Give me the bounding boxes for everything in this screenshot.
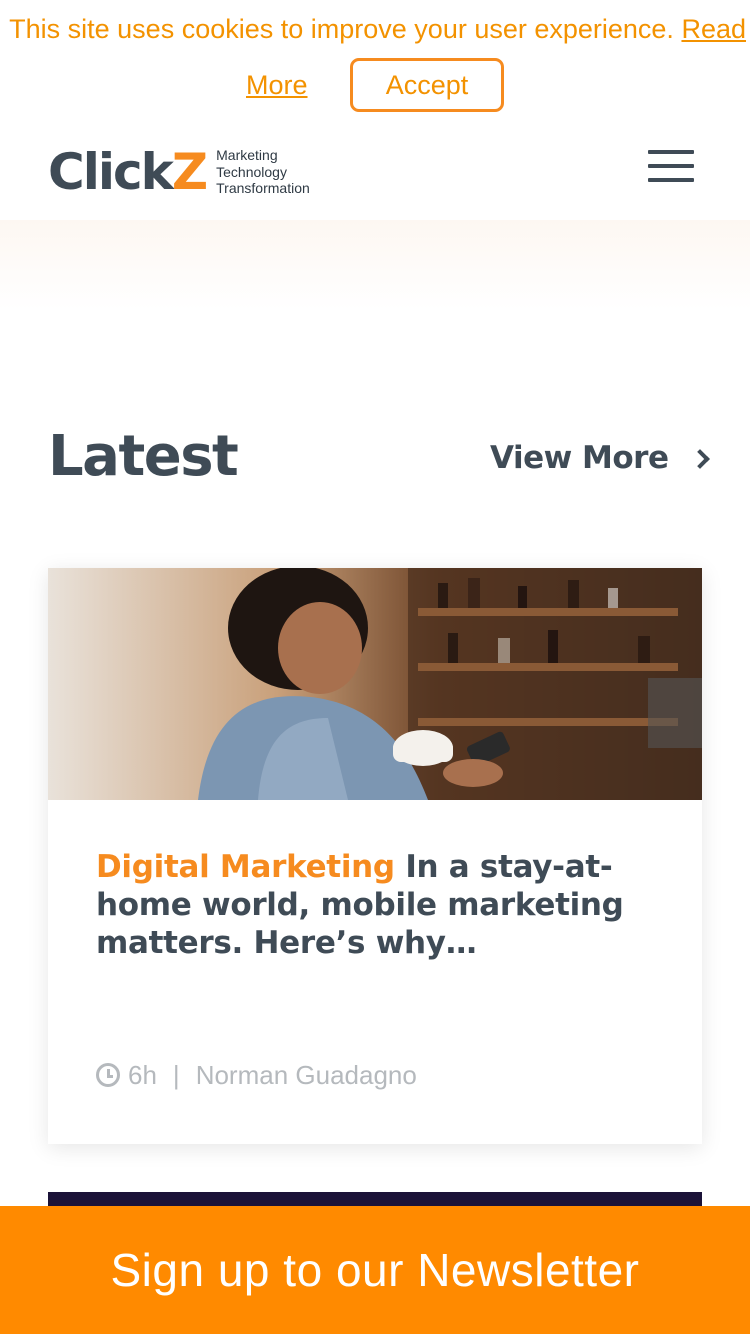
logo-click: Click [48,143,174,201]
cookie-banner: This site uses cookies to improve your u… [0,0,750,120]
read-more-link-part[interactable]: Read [681,14,746,44]
chevron-right-icon [689,449,710,469]
article-image[interactable] [48,568,702,800]
woman-with-coffee-and-phone-photo [48,568,702,800]
clock-icon [96,1063,120,1087]
tagline-line: Transformation [216,180,310,197]
tagline-line: Marketing [216,147,278,164]
view-more-label: View More [490,440,669,476]
logo-z: Z [171,143,208,201]
menu-bar [648,150,694,154]
article-category[interactable]: Digital Marketing [96,849,395,885]
read-more-link[interactable]: More [246,66,308,104]
view-more-link[interactable]: View More [490,438,710,478]
article-body: Digital Marketing In a stay-at-home worl… [96,848,656,962]
cookie-text: This site uses cookies to improve your u… [9,14,682,44]
meta-separator: | [172,1060,180,1090]
header-shadow [0,220,750,310]
cookie-message: This site uses cookies to improve your u… [0,10,750,48]
article-age: 6h [128,1060,157,1090]
article-card[interactable]: Digital Marketing In a stay-at-home worl… [48,568,702,1144]
logo-wordmark: ClickZ [48,143,208,201]
article-author[interactable]: Norman Guadagno [196,1058,417,1092]
article-meta: 6h | Norman Guadagno [96,1058,417,1092]
hamburger-menu-icon[interactable] [648,150,696,182]
accept-cookies-button[interactable]: Accept [350,58,504,112]
article-headline[interactable]: Digital Marketing In a stay-at-home worl… [96,848,656,962]
newsletter-signup-button[interactable]: Sign up to our Newsletter [0,1206,750,1334]
menu-bar [648,164,694,168]
logo-tagline: Marketing Technology Transformation [216,147,310,197]
clickz-logo[interactable]: ClickZ Marketing Technology Transformati… [48,146,310,198]
site-header: ClickZ Marketing Technology Transformati… [0,120,750,220]
tagline-line: Technology [216,163,287,180]
menu-bar [648,178,694,182]
section-title-latest: Latest [48,424,239,489]
